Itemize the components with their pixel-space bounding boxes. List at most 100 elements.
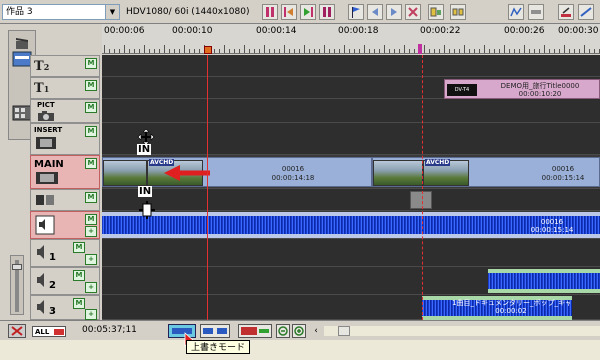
lane-insert[interactable] <box>102 123 600 155</box>
lane-main[interactable]: AVCHD 00016 00:00:14:18 AVCHD 00016 00:0… <box>102 155 600 189</box>
audio-clip[interactable] <box>488 269 600 293</box>
lane-t2[interactable] <box>102 55 600 77</box>
zoom-in-button[interactable] <box>292 324 306 338</box>
track-header-a2[interactable]: 2 M + <box>30 267 100 295</box>
track-header-a1[interactable]: 1 M + <box>30 239 100 267</box>
mark-in-button[interactable] <box>281 4 297 20</box>
slider-thumb[interactable] <box>12 264 22 270</box>
ruler-tick <box>539 49 540 53</box>
track-number: 3 <box>49 306 56 317</box>
ruler-tick <box>139 49 140 53</box>
zoom-out-button[interactable] <box>276 324 290 338</box>
ruler-tick <box>119 49 120 53</box>
expand-plus-icon[interactable]: + <box>85 254 97 265</box>
lane-a1[interactable] <box>102 239 600 267</box>
trim-cursor-icon <box>139 201 155 219</box>
expand-plus-icon[interactable]: + <box>85 309 97 320</box>
zoom-in-icon <box>294 326 304 336</box>
lane-a3[interactable]: 1曲目_ドキュメンタリー_ポップ_キャンバス.wav 00:00:02 <box>102 295 600 320</box>
project-select[interactable]: 作品 3 ▼ <box>2 4 120 20</box>
storyboard-view-icon[interactable] <box>12 105 32 121</box>
lane-main-audio[interactable]: 00016 00:00:15:14 <box>102 211 600 239</box>
all-tracks-button[interactable]: ALL <box>32 326 66 337</box>
group-button[interactable] <box>428 4 444 20</box>
mixer-button[interactable] <box>558 4 574 20</box>
keyframe-button[interactable] <box>528 4 544 20</box>
playhead-line[interactable] <box>207 55 208 320</box>
track-height-slider[interactable] <box>10 255 24 315</box>
ruler-tick <box>389 49 390 53</box>
track-enable-badge[interactable]: M <box>85 102 97 113</box>
mark-out-button[interactable] <box>300 4 316 20</box>
insert-mode-button[interactable] <box>200 324 230 338</box>
lane-t1[interactable]: DV-T4 DEMO用_旅行Title0000 00:00:10:20 <box>102 77 600 99</box>
track-enable-badge[interactable]: M <box>85 126 97 137</box>
timeline-view-icon[interactable] <box>12 51 32 67</box>
zoom-out-icon <box>278 326 288 336</box>
ruler-tick <box>169 49 170 53</box>
prev-marker-button[interactable] <box>367 4 383 20</box>
track-enable-badge[interactable]: M <box>85 158 97 169</box>
title-clip[interactable]: DV-T4 DEMO用_旅行Title0000 00:00:10:20 <box>444 79 600 99</box>
expand-plus-icon[interactable]: + <box>85 282 97 293</box>
video-clip[interactable]: AVCHD 00016 00:00:15:14 <box>372 157 600 187</box>
track-enable-badge[interactable]: M <box>73 298 85 309</box>
expand-plus-icon[interactable]: + <box>85 226 97 237</box>
timeline-toolbar: 作品 3 ▼ HDV1080/ 60i (1440x1080) <box>0 0 600 24</box>
track-enable-badge[interactable]: M <box>73 270 85 281</box>
playhead-handle[interactable] <box>204 46 212 54</box>
ruler-tick <box>149 49 150 53</box>
split-button[interactable] <box>262 4 278 20</box>
ruler-tick <box>429 49 430 53</box>
ruler-tick <box>144 45 145 53</box>
track-header-insert[interactable]: INSERT M <box>30 123 100 155</box>
lane-transition[interactable] <box>102 189 600 211</box>
track-enable-badge[interactable]: M <box>85 192 97 203</box>
audio-clip[interactable]: 00016 00:00:15:14 <box>102 212 600 238</box>
all-label: ALL <box>35 328 50 336</box>
settings-button[interactable] <box>578 4 594 20</box>
transition-icon <box>36 195 54 205</box>
ruler-tick <box>359 49 360 53</box>
waveform-button[interactable] <box>508 4 524 20</box>
track-header-main-audio[interactable]: M + <box>30 211 100 239</box>
link-button[interactable] <box>450 4 466 20</box>
ruler-tick <box>569 49 570 53</box>
track-header-main[interactable]: MAIN M <box>30 155 100 189</box>
ruler-tick <box>469 49 470 53</box>
marker-handle[interactable] <box>418 44 422 54</box>
ruler-tick <box>364 45 365 53</box>
audio-clip[interactable]: 1曲目_ドキュメンタリー_ポップ_キャンバス.wav 00:00:02 <box>422 296 572 320</box>
track-enable-badge[interactable]: M <box>85 58 97 69</box>
scroll-left-icon[interactable]: ‹ <box>310 325 322 337</box>
transition-block[interactable] <box>410 191 432 209</box>
ripple-button[interactable] <box>319 4 335 20</box>
track-enable-badge[interactable]: M <box>85 80 97 91</box>
track-header-transition[interactable]: M <box>30 189 100 211</box>
scrollbar-thumb[interactable] <box>338 326 350 336</box>
main-sync-button[interactable] <box>238 324 272 338</box>
ruler-tick <box>519 49 520 53</box>
track-header-a3[interactable]: 3 M + <box>30 295 100 320</box>
track-enable-badge[interactable]: M <box>73 242 85 253</box>
mark-out-icon <box>304 7 313 17</box>
next-marker-button[interactable] <box>386 4 402 20</box>
chevron-down-icon[interactable]: ▼ <box>105 5 119 19</box>
track-header-pict[interactable]: PICT M <box>30 99 100 123</box>
delete-marker-button[interactable] <box>405 4 421 20</box>
track-enable-badge[interactable]: M <box>85 214 97 225</box>
track-header-t2[interactable]: T2 M <box>30 55 100 77</box>
video-clip[interactable]: AVCHD 00016 00:00:14:18 <box>102 157 372 187</box>
close-tracks-button[interactable] <box>8 324 26 338</box>
lane-a2[interactable] <box>102 267 600 295</box>
ruler-tick <box>109 49 110 53</box>
timeline-area[interactable]: DV-T4 DEMO用_旅行Title0000 00:00:10:20 AVCH… <box>102 55 600 320</box>
horizontal-scrollbar[interactable] <box>324 326 600 336</box>
timeline-ruler[interactable]: 00:00:06 00:00:10 00:00:14 00:00:18 00:0… <box>102 24 600 54</box>
track-header-t1[interactable]: T1 M <box>30 77 100 99</box>
lane-pict[interactable] <box>102 99 600 123</box>
ruler-tick <box>484 45 485 53</box>
ruler-tick <box>219 49 220 53</box>
clapper-icon[interactable] <box>14 35 30 51</box>
marker-button[interactable] <box>348 4 364 20</box>
